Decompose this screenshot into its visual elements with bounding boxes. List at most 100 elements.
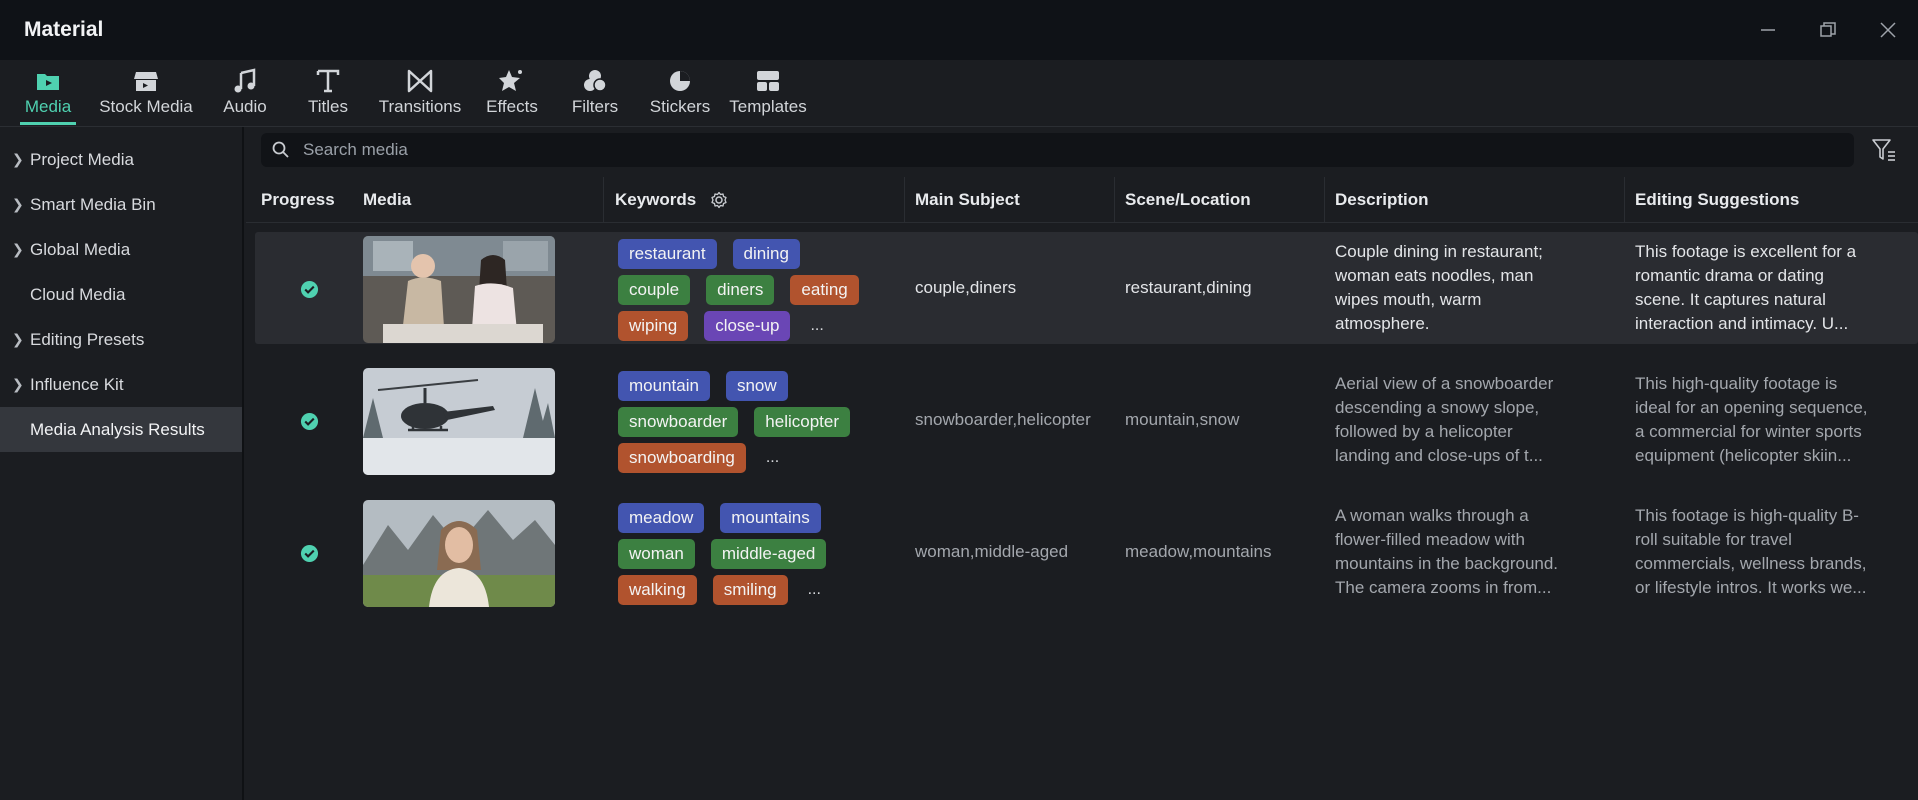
table-row[interactable]: restaurant dining couple diners eating w… <box>255 232 1918 344</box>
search-input[interactable] <box>301 139 1805 161</box>
scene-location-cell: restaurant,dining <box>1125 278 1252 297</box>
keyword-tag[interactable]: snowboarding <box>618 443 746 473</box>
chevron-right-icon: ❯ <box>12 241 24 257</box>
keyword-tag[interactable]: woman <box>618 539 695 569</box>
suggestion-line: equipment (helicopter skiin... <box>1635 446 1852 465</box>
suggestion-line: or lifestyle intros. It works we... <box>1635 578 1867 597</box>
description-line: landing and close-ups of t... <box>1335 446 1543 465</box>
more-tags-ellipsis[interactable]: ... <box>808 581 821 599</box>
sidebar-item-project-media[interactable]: ❯ Project Media <box>0 137 242 182</box>
keyword-tag[interactable]: couple <box>618 275 691 305</box>
keyword-tag[interactable]: dining <box>732 239 800 269</box>
column-header-keywords[interactable]: Keywords <box>615 177 728 222</box>
table-header: Progress Media Keywords Main Subject Sce… <box>246 177 1918 223</box>
text-t-icon <box>316 69 340 93</box>
table-row[interactable]: mountain snow snowboarder helicopter sno… <box>255 364 1918 476</box>
tab-filters[interactable]: Filters <box>561 60 629 118</box>
sidebar-item-influence-kit[interactable]: ❯ Influence Kit <box>0 362 242 407</box>
description-line: woman eats noodles, man <box>1335 266 1534 285</box>
keyword-tag[interactable]: diners <box>706 275 775 305</box>
keyword-tag[interactable]: wiping <box>618 311 689 341</box>
tab-audio[interactable]: Audio <box>211 60 279 118</box>
media-thumbnail[interactable] <box>363 368 555 475</box>
editing-suggestions-cell: This footage is excellent for a romantic… <box>1635 240 1856 336</box>
couple-dining-thumbnail-icon <box>363 236 555 343</box>
restore-button[interactable] <box>1798 0 1858 60</box>
tab-stickers[interactable]: Stickers <box>644 60 716 118</box>
more-tags-ellipsis[interactable]: ... <box>766 449 779 467</box>
tab-templates[interactable]: Templates <box>726 60 810 118</box>
tab-stock-media[interactable]: Stock Media <box>93 60 199 118</box>
scene-location-cell: mountain,snow <box>1125 410 1240 429</box>
more-tags-ellipsis[interactable]: ... <box>810 317 823 335</box>
keyword-tag[interactable]: helicopter <box>754 407 850 437</box>
keyword-tag[interactable]: middle-aged <box>710 539 827 569</box>
keyword-tag[interactable]: meadow <box>618 503 705 533</box>
tab-media[interactable]: Media <box>14 60 82 125</box>
suggestion-line: scene. It captures natural <box>1635 290 1826 309</box>
table-row[interactable]: meadow mountains woman middle-aged walki… <box>255 496 1918 608</box>
main-subject-cell: woman,middle-aged <box>915 542 1069 561</box>
check-circle-icon <box>300 412 319 431</box>
template-grid-icon <box>757 71 779 91</box>
sidebar-item-label: Influence Kit <box>30 374 124 394</box>
column-header-description[interactable]: Description <box>1335 177 1429 222</box>
description-line: wipes mouth, warm <box>1335 290 1482 309</box>
tab-templates-label: Templates <box>729 97 807 116</box>
keyword-tag[interactable]: eating <box>790 275 859 305</box>
keyword-tag[interactable]: close-up <box>704 311 791 341</box>
suggestion-line: a commercial for winter sports <box>1635 422 1862 441</box>
column-header-progress[interactable]: Progress <box>261 177 335 222</box>
main-subject-cell: snowboarder,helicopter <box>915 410 1091 429</box>
filter-circles-icon <box>584 70 607 92</box>
tab-titles[interactable]: Titles <box>294 60 362 118</box>
column-header-editing-suggestions[interactable]: Editing Suggestions <box>1635 177 1799 222</box>
column-header-main-subject[interactable]: Main Subject <box>915 177 1020 222</box>
column-header-media[interactable]: Media <box>363 177 411 222</box>
title-bar: Material <box>0 0 1918 60</box>
tab-effects[interactable]: Effects <box>477 60 547 118</box>
material-toolbar: Media Stock Media Audio Titles Transitio… <box>0 60 1918 127</box>
chevron-right-icon: ❯ <box>12 376 24 392</box>
helicopter-snow-thumbnail-icon <box>363 368 555 475</box>
media-thumbnail[interactable] <box>363 500 555 607</box>
check-circle-icon <box>300 280 319 299</box>
tab-transitions-label: Transitions <box>378 97 462 116</box>
main-subject-cell: couple,diners <box>915 278 1017 297</box>
suggestion-line: This high-quality footage is <box>1635 374 1838 393</box>
suggestion-line: This footage is high-quality B- <box>1635 506 1859 525</box>
store-icon <box>134 72 158 91</box>
active-tab-indicator <box>20 122 76 125</box>
close-button[interactable] <box>1858 0 1918 60</box>
minimize-icon <box>1761 29 1775 31</box>
scene-location-cell: meadow,mountains <box>1125 542 1272 561</box>
sidebar-item-media-analysis-results[interactable]: Media Analysis Results <box>0 407 242 452</box>
keyword-tag[interactable]: snow <box>725 371 788 401</box>
column-header-scene-location[interactable]: Scene/Location <box>1125 177 1251 222</box>
filter-button[interactable] <box>1869 135 1899 165</box>
sidebar-item-editing-presets[interactable]: ❯ Editing Presets <box>0 317 242 362</box>
gear-icon[interactable] <box>710 191 728 209</box>
keyword-tag[interactable]: mountain <box>618 371 710 401</box>
sidebar-item-smart-media-bin[interactable]: ❯ Smart Media Bin <box>0 182 242 227</box>
sidebar-item-cloud-media[interactable]: Cloud Media <box>0 272 242 317</box>
description-line: The camera zooms in from... <box>1335 578 1552 597</box>
tab-transitions[interactable]: Transitions <box>374 60 466 118</box>
keyword-tag[interactable]: smiling <box>712 575 788 605</box>
pie-sticker-icon <box>670 71 690 91</box>
keyword-tag[interactable]: restaurant <box>618 239 717 269</box>
window-controls <box>1738 0 1918 60</box>
keyword-tag[interactable]: walking <box>618 575 697 605</box>
media-thumbnail[interactable] <box>363 236 555 343</box>
chevron-right-icon: ❯ <box>12 196 24 212</box>
keyword-tag[interactable]: mountains <box>720 503 821 533</box>
sidebar-item-global-media[interactable]: ❯ Global Media <box>0 227 242 272</box>
column-header-keywords-label: Keywords <box>615 189 697 209</box>
description-line: Aerial view of a snowboarder <box>1335 374 1554 393</box>
minimize-button[interactable] <box>1738 0 1798 60</box>
keyword-tag[interactable]: snowboarder <box>618 407 739 437</box>
suggestion-line: ideal for an opening sequence, <box>1635 398 1868 417</box>
sidebar-item-label: Smart Media Bin <box>30 194 156 214</box>
description-line: flower-filled meadow with <box>1335 530 1525 549</box>
suggestion-line: roll suitable for travel <box>1635 530 1792 549</box>
